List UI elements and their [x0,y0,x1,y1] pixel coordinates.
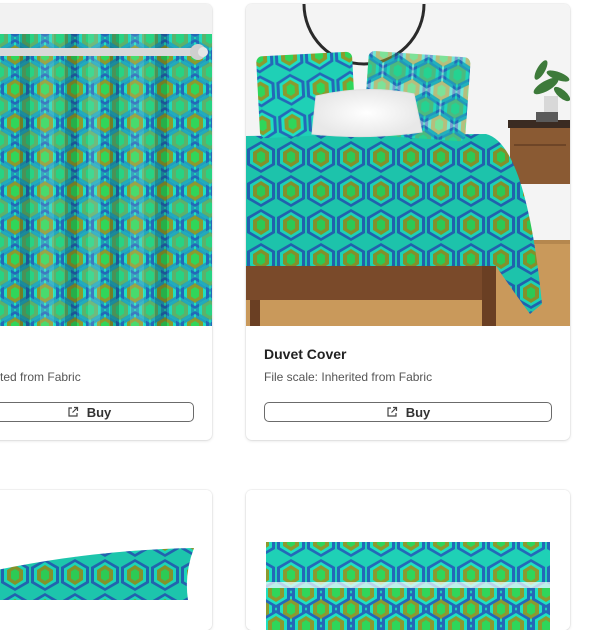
file-scale-label: File scale: [264,370,319,384]
product-card-duvet-cover: Duvet Cover File scale: Inherited from F… [246,4,570,440]
pillow-product-image[interactable] [0,490,212,630]
product-card-curtain: Inherited from Fabric Buy [0,4,212,440]
duvet-cover-product-image[interactable] [246,4,570,326]
file-scale-value: Inherited from Fabric [0,370,81,384]
file-scale-text: File scale: Inherited from Fabric [264,370,432,384]
product-card-fabric [246,490,570,630]
buy-label: Buy [405,404,431,420]
buy-button[interactable]: Buy [0,402,194,422]
file-scale-value: Inherited from Fabric [321,370,433,384]
buy-label: Buy [86,404,112,420]
external-link-icon [386,406,398,418]
external-link-icon [67,406,79,418]
buy-button[interactable]: Buy [264,402,552,422]
file-scale-text: Inherited from Fabric [0,370,110,384]
fabric-product-image[interactable] [246,490,570,630]
product-card-pillow [0,490,212,630]
product-title: Duvet Cover [264,346,347,362]
curtain-product-image[interactable] [0,4,212,326]
